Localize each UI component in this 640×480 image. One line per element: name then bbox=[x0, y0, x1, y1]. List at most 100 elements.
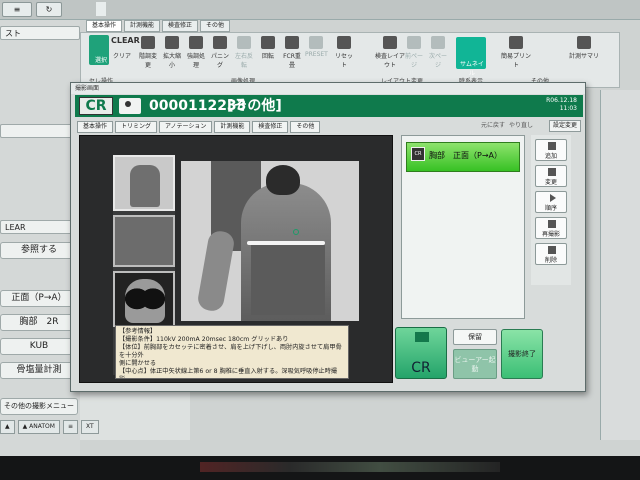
tool-button[interactable]: ≡ bbox=[62, 420, 78, 434]
thumbnail-chest-xray[interactable] bbox=[113, 271, 175, 327]
prev-arrow-icon bbox=[407, 36, 421, 49]
tab-basic[interactable]: 基本操作 bbox=[86, 20, 123, 32]
zoom-icon bbox=[165, 36, 179, 49]
ribbon-tabs: 基本操作 計測機能 検査修正 その他 bbox=[86, 20, 231, 32]
exam-type: [その他] bbox=[227, 98, 282, 114]
settings-button[interactable]: 設定変更 bbox=[549, 120, 582, 132]
enhance-button[interactable]: 強調処理 bbox=[185, 36, 207, 69]
flip-icon bbox=[237, 36, 251, 49]
summary-icon bbox=[577, 36, 591, 49]
refresh-button[interactable]: ↻ bbox=[36, 2, 62, 17]
tool-button[interactable]: ▲ ANATOM bbox=[17, 420, 60, 434]
preset-icon bbox=[309, 36, 323, 49]
hold-button[interactable]: 保留 bbox=[453, 329, 497, 345]
series-item[interactable]: CR 胸部 正面（P→A） bbox=[406, 142, 520, 172]
dropdown-field[interactable] bbox=[0, 124, 80, 138]
hand-icon bbox=[213, 36, 227, 49]
change-button[interactable]: 変更 bbox=[535, 165, 567, 187]
dialog-header: CR 0000112233 [その他] R06.12.18 11:03 bbox=[75, 95, 583, 117]
flip-button[interactable]: 左右反転 bbox=[233, 36, 255, 69]
date-label: R06.12.18 bbox=[546, 97, 577, 104]
undo-button[interactable]: 元に戻す bbox=[481, 121, 505, 131]
exam-layout-button[interactable]: 検査レイアウト bbox=[373, 36, 407, 69]
exam-button-bone-density[interactable]: 骨塩量計測 bbox=[0, 362, 78, 379]
list-field[interactable]: スト bbox=[0, 26, 80, 40]
positioning-photo[interactable] bbox=[181, 161, 359, 321]
zoom-button[interactable]: 拡大縮小 bbox=[161, 36, 183, 69]
fcr-icon bbox=[285, 36, 299, 49]
patient-card-icon[interactable] bbox=[119, 98, 141, 114]
rotate-icon bbox=[261, 36, 275, 49]
series-side-buttons: 追加 変更 順序 再撮影 削除 bbox=[531, 135, 571, 285]
right-background bbox=[600, 90, 640, 440]
note-line: 【参考情報】 bbox=[119, 328, 157, 335]
time-label: 11:03 bbox=[559, 105, 577, 112]
garment-image bbox=[251, 245, 325, 315]
viewer-launch-button[interactable]: ビューアー起動 bbox=[453, 349, 497, 379]
band-image bbox=[247, 241, 325, 245]
add-button[interactable]: 追加 bbox=[535, 139, 567, 161]
arm-image bbox=[196, 229, 236, 313]
tab-trimming[interactable]: トリミング bbox=[115, 121, 158, 133]
note-line: 影 bbox=[119, 376, 345, 378]
date-time: R06.12.18 11:03 bbox=[546, 97, 577, 113]
series-list: CR 胸部 正面（P→A） bbox=[401, 135, 525, 319]
pause-icon bbox=[383, 36, 397, 49]
left-panel: スト LEAR 参照する 正面（P→A） 胸部 2R KUB 骨塩量計測 その他… bbox=[0, 20, 80, 456]
note-line: 【体位】前胸部をカセッテに密着させ、肩を上げ下げし、両肘内旋させて肩甲骨を十分外 bbox=[119, 344, 342, 359]
cr-series-icon: CR bbox=[411, 147, 425, 161]
order-button[interactable]: 順序 bbox=[535, 191, 567, 213]
ribbon: 選択 CLEAR クリア 階調変更 拡大縮小 強調処理 パニング 左右反転 回転… bbox=[80, 32, 620, 88]
center-point-marker bbox=[293, 229, 299, 235]
tab-exam-edit[interactable]: 検査修正 bbox=[162, 20, 199, 32]
tab-other[interactable]: その他 bbox=[290, 121, 321, 133]
dialog-tabs: 基本操作 トリミング アノテーション 計測機能 検査修正 その他 bbox=[77, 121, 321, 133]
clear-field-button[interactable]: LEAR bbox=[0, 220, 80, 234]
rotate-button[interactable]: 回転 bbox=[257, 36, 279, 64]
dialog-title: 撮影画面 bbox=[71, 83, 585, 94]
note-line: 【中心点】体正中矢状線上第6 or 8 胸椎に垂直入射する。深吸気呼吸停止時撮 bbox=[119, 368, 338, 375]
tool-button[interactable]: ▲ bbox=[0, 420, 15, 434]
pan-button[interactable]: パニング bbox=[209, 36, 231, 69]
bottom-tools: ▲ ▲ ANATOM ≡ XT bbox=[0, 420, 190, 434]
exam-button-kub[interactable]: KUB bbox=[0, 338, 78, 355]
contrast-icon bbox=[141, 36, 155, 49]
reset-button[interactable]: リセット bbox=[333, 36, 355, 69]
redo-button[interactable]: やり直し bbox=[509, 121, 533, 131]
measure-summary-button[interactable]: 計測サマリ bbox=[569, 36, 599, 64]
tab-other[interactable]: その他 bbox=[200, 20, 231, 32]
tab-exam-edit[interactable]: 検査修正 bbox=[252, 121, 289, 133]
preset-button[interactable]: PRESET bbox=[305, 36, 328, 64]
finish-capture-button[interactable]: 撮影終了 bbox=[501, 329, 543, 379]
tab-basic[interactable]: 基本操作 bbox=[77, 121, 114, 133]
contrast-button[interactable]: 階調変更 bbox=[137, 36, 159, 69]
undo-redo: 元に戻す やり直し bbox=[481, 121, 533, 131]
head-image bbox=[266, 165, 300, 195]
next-arrow-icon bbox=[431, 36, 445, 49]
fcr-overlay-button[interactable]: FCR重畳 bbox=[281, 36, 303, 69]
tab-annotation[interactable]: アノテーション bbox=[159, 121, 213, 133]
tab-measure[interactable]: 計測機能 bbox=[124, 20, 161, 32]
series-label: 胸部 正面（P→A） bbox=[429, 151, 502, 160]
tool-button[interactable]: XT bbox=[80, 420, 99, 434]
tab-measure[interactable]: 計測機能 bbox=[214, 121, 251, 133]
top-bar: ≡ ↻ bbox=[0, 0, 640, 20]
retake-button[interactable]: 再撮影 bbox=[535, 217, 567, 239]
capture-dialog: 撮影画面 CR 0000112233 [その他] R06.12.18 11:03… bbox=[70, 82, 586, 392]
reference-notes: 【参考情報】 【撮影条件】110kV 200mA 20msec 180cm グリ… bbox=[115, 325, 349, 379]
reference-button[interactable]: 参照する bbox=[0, 242, 78, 259]
thumbnail-back-photo[interactable] bbox=[113, 155, 175, 211]
clear-button[interactable]: クリア bbox=[111, 51, 133, 79]
doc-icon bbox=[96, 2, 106, 16]
note-line: 【撮影条件】110kV 200mA 20msec 180cm グリッドあり bbox=[119, 336, 289, 343]
exam-button-chest-pa[interactable]: 正面（P→A） bbox=[0, 290, 78, 307]
cr-capture-button[interactable]: CR bbox=[395, 327, 447, 379]
thumbnail-empty[interactable] bbox=[113, 215, 175, 267]
exam-button-chest-2r[interactable]: 胸部 2R bbox=[0, 314, 78, 331]
list-button[interactable]: ≡ bbox=[2, 2, 32, 17]
next-page-button[interactable]: 次ページ bbox=[427, 36, 449, 69]
simple-print-button[interactable]: 簡易プリント bbox=[501, 36, 531, 69]
prev-page-button[interactable]: 前ページ bbox=[403, 36, 425, 69]
other-menu-button[interactable]: その他の撮影メニュー bbox=[0, 398, 78, 415]
delete-button[interactable]: 削除 bbox=[535, 243, 567, 265]
